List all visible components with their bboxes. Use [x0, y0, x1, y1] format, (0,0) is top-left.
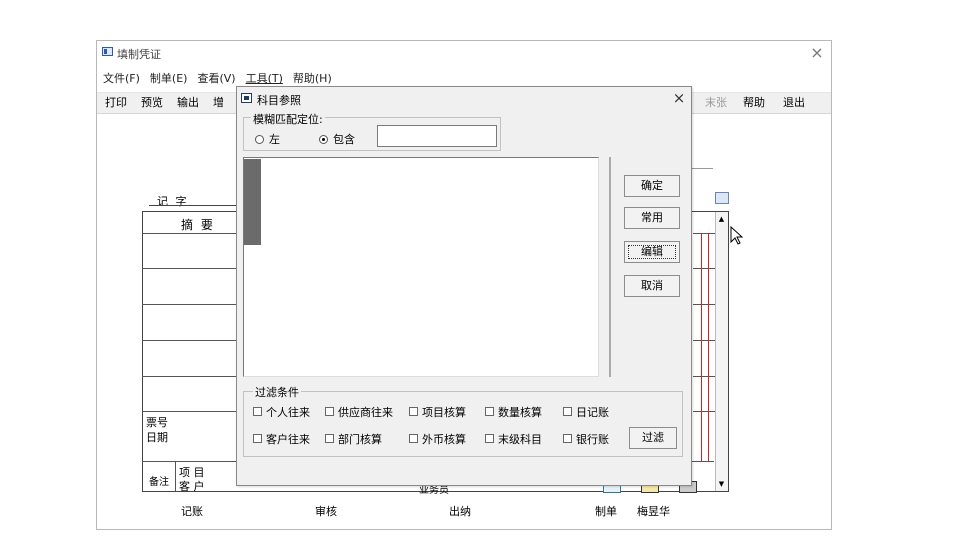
window-close-button[interactable]: × — [807, 43, 827, 63]
search-icon[interactable] — [715, 192, 729, 204]
voucher-type-label: 记 字 — [157, 195, 189, 208]
footer-maker-name: 梅昱华 — [637, 505, 670, 518]
filter-customer-label: 客户往来 — [266, 433, 310, 446]
radio-contains-label: 包含 — [333, 133, 355, 146]
grid-row-line — [693, 304, 715, 305]
remark-divider — [175, 461, 176, 491]
customer-label: 客 户 — [179, 480, 205, 493]
footer-audit: 审核 — [315, 505, 337, 518]
filter-department-checkbox[interactable] — [325, 434, 334, 443]
filter-foreign-currency-checkbox[interactable] — [409, 434, 418, 443]
dialog-divider — [609, 157, 611, 377]
filter-group — [243, 391, 683, 457]
voucher-type-underline — [149, 205, 239, 206]
filter-quantity-checkbox[interactable] — [485, 407, 494, 416]
toolbar-preview-button[interactable]: 预览 — [137, 95, 167, 111]
ticket-no-label: 票号 — [146, 416, 168, 429]
radio-left-label: 左 — [269, 133, 280, 146]
grid-row-line — [693, 268, 715, 269]
filter-journal-checkbox[interactable] — [563, 407, 572, 416]
ok-button[interactable]: 确定 — [624, 175, 680, 197]
toolbar-add-button[interactable]: 增 — [209, 95, 228, 111]
cancel-button[interactable]: 取消 — [624, 275, 680, 297]
account-reference-dialog: 科目参照 × 模糊匹配定位: 左 包含 确定 常用 编辑 取消 过滤条件 个人往… — [236, 86, 692, 486]
voucher-scrollbar[interactable] — [715, 212, 728, 491]
filter-leaf-account-label: 末级科目 — [498, 433, 542, 446]
filter-supplier-label: 供应商往来 — [338, 406, 393, 419]
grid-row-line — [693, 411, 715, 412]
toolbar-help-button[interactable]: 帮助 — [739, 95, 769, 111]
dialog-title: 科目参照 — [257, 94, 301, 107]
menu-voucher[interactable]: 制单(E) — [150, 72, 188, 85]
scroll-up-arrow-icon[interactable]: ▲ — [715, 213, 728, 225]
filter-leaf-account-checkbox[interactable] — [485, 434, 494, 443]
fuzzy-search-input[interactable] — [377, 125, 497, 147]
remark-label: 备注 — [149, 477, 169, 488]
filter-personal-label: 个人往来 — [266, 406, 310, 419]
filter-customer-checkbox[interactable] — [253, 434, 262, 443]
account-list[interactable] — [243, 157, 599, 377]
menu-view[interactable]: 查看(V) — [197, 72, 235, 85]
window-titlebar[interactable]: 填制凭证 × — [97, 41, 831, 65]
filter-bank-checkbox[interactable] — [563, 434, 572, 443]
account-list-selection — [244, 159, 261, 245]
menu-help[interactable]: 帮助(H) — [293, 72, 332, 85]
edit-button[interactable]: 编辑 — [624, 241, 680, 263]
scroll-down-arrow-icon[interactable]: ▼ — [715, 478, 728, 490]
filter-journal-label: 日记账 — [576, 406, 609, 419]
filter-personal-checkbox[interactable] — [253, 407, 262, 416]
date-label: 日期 — [146, 431, 168, 444]
filter-project-checkbox[interactable] — [409, 407, 418, 416]
dialog-close-button[interactable]: × — [669, 88, 689, 108]
toolbar-print-button[interactable]: 打印 — [101, 95, 131, 111]
toolbar-output-button[interactable]: 输出 — [173, 95, 203, 111]
common-button[interactable]: 常用 — [624, 207, 680, 229]
amount-red-line — [701, 233, 702, 461]
footer-maker-label: 制单 — [595, 505, 617, 518]
fuzzy-match-legend: 模糊匹配定位: — [251, 111, 325, 127]
footer-bookkeeping: 记账 — [181, 505, 203, 518]
toolbar-last-button[interactable]: 末张 — [701, 95, 731, 111]
toolbar-exit-button[interactable]: 退出 — [779, 95, 809, 111]
grid-row-line — [693, 340, 715, 341]
amount-red-line — [708, 233, 709, 461]
grid-row-line — [693, 233, 715, 234]
filter-quantity-label: 数量核算 — [498, 406, 542, 419]
filter-foreign-currency-label: 外币核算 — [422, 433, 466, 446]
footer-cashier: 出纳 — [449, 505, 471, 518]
radio-left[interactable] — [255, 135, 264, 144]
grid-row-line — [693, 376, 715, 377]
window-title: 填制凭证 — [117, 48, 161, 61]
filter-supplier-checkbox[interactable] — [325, 407, 334, 416]
filter-project-label: 项目核算 — [422, 406, 466, 419]
filter-button[interactable]: 过滤 — [629, 427, 677, 449]
menu-file[interactable]: 文件(F) — [103, 72, 140, 85]
filter-legend: 过滤条件 — [253, 384, 301, 400]
filter-bank-label: 银行账 — [576, 433, 609, 446]
dialog-icon — [241, 93, 252, 103]
mouse-cursor-icon — [730, 226, 744, 245]
app-icon — [102, 47, 113, 56]
summary-header: 摘 要 — [181, 218, 215, 232]
menu-bar: 文件(F) 制单(E) 查看(V) 工具(T) 帮助(H) — [103, 70, 342, 86]
radio-contains[interactable] — [319, 135, 328, 144]
filter-department-label: 部门核算 — [338, 433, 382, 446]
menu-tools[interactable]: 工具(T) — [246, 72, 283, 85]
